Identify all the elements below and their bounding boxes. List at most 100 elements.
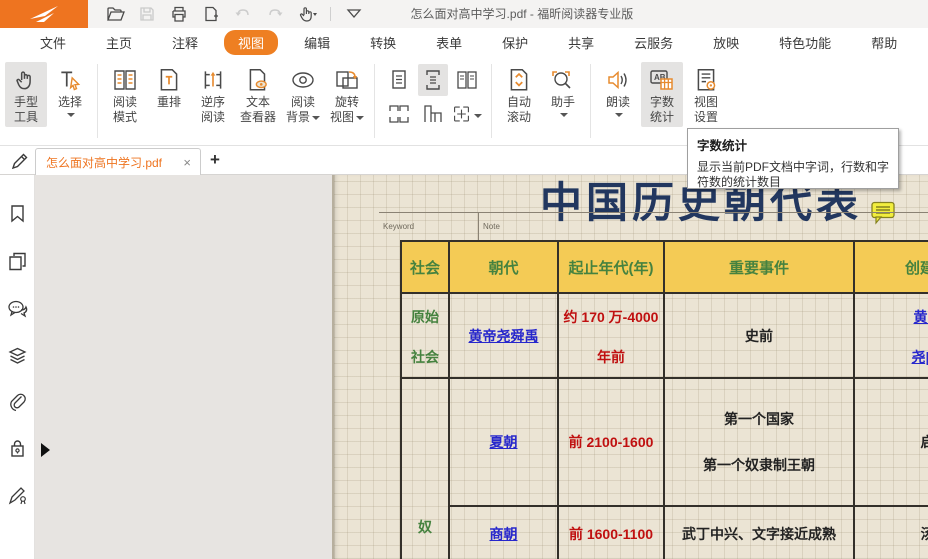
undo-icon[interactable]	[232, 3, 254, 25]
menu-form[interactable]: 表单	[422, 30, 476, 55]
note-label: Note	[483, 222, 500, 231]
continuous-layout-button[interactable]	[418, 64, 448, 96]
reverse-reading-label-1: 逆序	[201, 95, 225, 110]
magnifier-assistant-icon	[549, 65, 577, 95]
view-settings-icon	[693, 65, 719, 95]
attachments-panel-icon[interactable]	[7, 391, 28, 412]
text-viewer-button[interactable]: 文本 查看器	[236, 62, 280, 127]
read-aloud-button[interactable]: 朗读	[597, 62, 639, 119]
menu-features[interactable]: 特色功能	[765, 30, 845, 55]
single-page-layout-button[interactable]	[384, 64, 414, 96]
create-pdf-icon[interactable]	[200, 3, 222, 25]
facing-layout-button[interactable]	[452, 64, 482, 96]
keyword-note-divider	[478, 212, 479, 241]
page-layout-group	[384, 64, 482, 130]
menu-present[interactable]: 放映	[699, 30, 753, 55]
collapse-toolbar-icon[interactable]	[343, 3, 365, 25]
rotate-view-label-1: 旋转	[335, 95, 359, 110]
continuous-facing-layout-button[interactable]	[384, 98, 414, 130]
separate-cover-layout-button[interactable]	[418, 98, 448, 130]
table-cell-period-row2: 前 2100-1600	[559, 379, 665, 507]
foxit-logo[interactable]	[0, 0, 88, 28]
reading-background-button[interactable]: 阅读 背景	[282, 62, 324, 127]
menu-share[interactable]: 共享	[554, 30, 608, 55]
select-tool-button[interactable]: 选择	[49, 62, 91, 119]
assistant-button[interactable]: 助手	[542, 62, 584, 119]
menu-comment[interactable]: 注释	[158, 30, 212, 55]
table-cell-founder-row3: 汤	[855, 507, 928, 559]
menu-protect[interactable]: 保护	[488, 30, 542, 55]
comments-panel-icon[interactable]	[7, 298, 29, 319]
split-view-button[interactable]	[452, 98, 482, 130]
tooltip-body: 显示当前PDF文档中字词，行数和字符数的统计数目	[697, 160, 889, 190]
pages-panel-icon[interactable]	[7, 251, 28, 272]
menu-help[interactable]: 帮助	[857, 30, 911, 55]
tab-close-icon[interactable]: ×	[180, 156, 194, 169]
auto-scroll-label-2: 滚动	[507, 110, 531, 125]
save-icon[interactable]	[136, 3, 158, 25]
active-document-tab[interactable]: 怎么面对高中学习.pdf ×	[35, 148, 201, 175]
table-cell-period-row3: 前 1600-1100	[559, 507, 665, 559]
security-panel-icon[interactable]	[7, 438, 28, 459]
reading-mode-label-1: 阅读	[113, 95, 137, 110]
pdf-page[interactable]: 中国历史朝代表 Keyword Note 社会 朝代 起止年代(年) 重要事件 …	[332, 175, 928, 559]
annotation-pencil-icon[interactable]	[9, 150, 31, 172]
text-viewer-label-1: 文本	[246, 95, 270, 110]
dynasty-link[interactable]: 黄帝尧舜禹	[469, 326, 539, 346]
col-header-founder: 创建人	[855, 242, 928, 294]
sticky-note-annotation-icon[interactable]	[870, 201, 897, 226]
menu-view[interactable]: 视图	[224, 30, 278, 55]
split-view-caret-icon	[474, 114, 482, 118]
reading-bg-caret-icon	[312, 116, 320, 120]
title-bar: 怎么面对高中学习.pdf - 福昕阅读器专业版	[0, 0, 928, 28]
menu-file[interactable]: 文件	[26, 30, 80, 55]
auto-scroll-button[interactable]: 自动 滚动	[498, 62, 540, 127]
select-text-icon	[57, 65, 83, 95]
word-count-icon: AB	[648, 65, 676, 95]
word-count-button[interactable]: AB 字数 统计	[641, 62, 683, 127]
text-viewer-label-2: 查看器	[240, 110, 276, 125]
hand-tool-button[interactable]: 手型 工具	[5, 62, 47, 127]
auto-scroll-icon	[506, 65, 532, 95]
redo-icon[interactable]	[264, 3, 286, 25]
window-title: 怎么面对高中学习.pdf - 福昕阅读器专业版	[411, 0, 634, 28]
founder-link[interactable]: 黄帝	[914, 307, 928, 327]
reflow-button[interactable]: 重排	[148, 62, 190, 112]
dynasty-link[interactable]: 夏朝	[490, 432, 518, 452]
signature-panel-icon[interactable]	[7, 484, 29, 506]
print-icon[interactable]	[168, 3, 190, 25]
reading-mode-button[interactable]: 阅读 模式	[104, 62, 146, 127]
menu-home[interactable]: 主页	[92, 30, 146, 55]
view-settings-button[interactable]: 视图 设置	[685, 62, 727, 127]
keyword-label: Keyword	[383, 222, 414, 231]
toolbar-separator	[491, 64, 492, 138]
assistant-label: 助手	[551, 95, 575, 110]
auto-scroll-label-1: 自动	[507, 95, 531, 110]
view-settings-label-2: 设置	[694, 110, 718, 125]
reflow-label: 重排	[157, 95, 181, 110]
dynasty-table: 社会 朝代 起止年代(年) 重要事件 创建人 原始 社会 黄帝尧舜禹 约 170…	[400, 240, 928, 559]
new-tab-button[interactable]: +	[210, 149, 220, 171]
table-cell-period-row1: 约 170 万-4000 年前	[559, 294, 665, 379]
founder-link[interactable]: 尧|舜	[912, 347, 928, 367]
touch-mode-icon[interactable]	[296, 3, 318, 25]
reading-mode-label-2: 模式	[113, 110, 137, 125]
menu-convert[interactable]: 转换	[356, 30, 410, 55]
reverse-reading-button[interactable]: 逆序 阅读	[192, 62, 234, 127]
open-file-icon[interactable]	[104, 3, 126, 25]
dynasty-link[interactable]: 商朝	[490, 524, 518, 544]
panel-expand-handle[interactable]	[41, 443, 50, 457]
menu-edit[interactable]: 编辑	[290, 30, 344, 55]
rotate-view-caret-icon	[356, 116, 364, 120]
book-icon	[111, 65, 139, 95]
layers-panel-icon[interactable]	[7, 345, 28, 366]
menu-cloud[interactable]: 云服务	[620, 30, 687, 55]
view-settings-label-1: 视图	[694, 95, 718, 110]
reverse-reading-icon	[200, 65, 226, 95]
bookmarks-panel-icon[interactable]	[7, 203, 28, 224]
foxit-reader-window: 怎么面对高中学习.pdf - 福昕阅读器专业版 文件 主页 注释 视图 编辑 转…	[0, 0, 928, 559]
foxit-logo-icon	[24, 3, 64, 25]
toolbar-separator	[374, 64, 375, 138]
table-cell-events-row1: 史前	[665, 294, 855, 379]
rotate-view-button[interactable]: 旋转 视图	[326, 62, 368, 127]
